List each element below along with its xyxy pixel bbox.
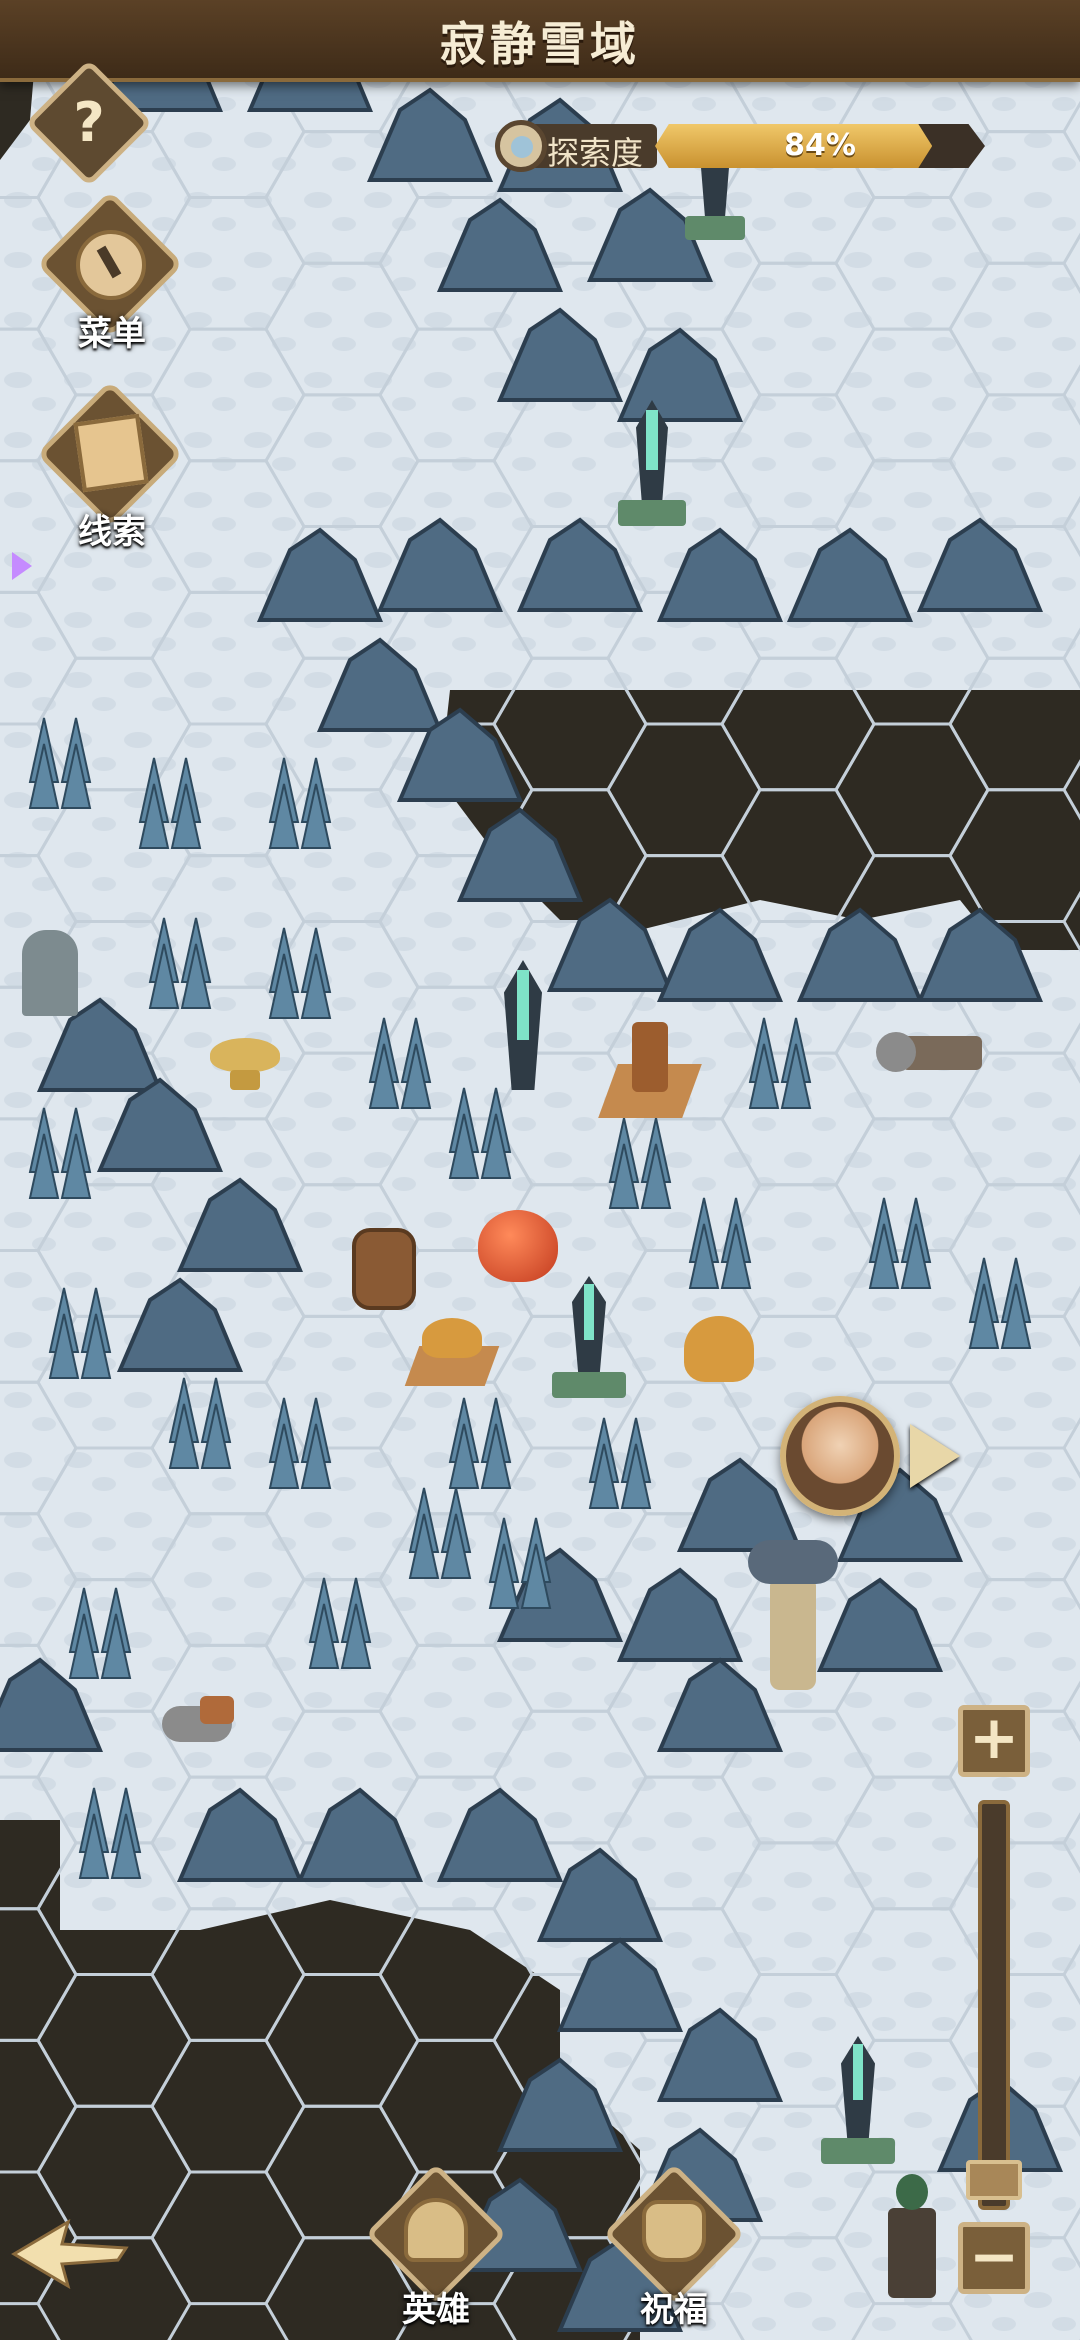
zoom-slider-track[interactable]	[978, 1800, 1010, 2210]
obelisk-crystal[interactable]	[612, 390, 692, 530]
obelisk-crystal[interactable]	[815, 2030, 901, 2170]
expand-arrow-icon[interactable]	[12, 552, 32, 580]
clue-label: 线索	[78, 512, 146, 552]
zoom-out-button[interactable]: −	[958, 2222, 1030, 2294]
watchtower[interactable]	[748, 1540, 838, 1690]
magnifier-glass	[511, 136, 533, 158]
helmet-icon	[404, 2198, 468, 2262]
cannon[interactable]	[872, 1026, 982, 1090]
magnifier-icon	[495, 120, 547, 172]
cannon[interactable]	[142, 1690, 238, 1762]
zoom-slider-thumb[interactable]	[966, 2160, 1022, 2200]
zoom-in-button[interactable]: +	[958, 1705, 1030, 1777]
book-icon[interactable]	[73, 413, 149, 493]
obelisk-crystal[interactable]	[478, 950, 568, 1110]
lantern-post[interactable]	[880, 2170, 944, 2300]
menu-label: 菜单	[78, 314, 146, 354]
barrel[interactable]	[352, 1228, 416, 1310]
bag-icon	[642, 2200, 706, 2262]
back-arrow-left-icon[interactable]	[10, 2214, 130, 2294]
page-title: 寂静雪域	[440, 17, 640, 71]
exploration-label: 探索度	[547, 134, 644, 172]
exploration-value: 84%	[784, 128, 856, 163]
mushroom-enemy[interactable]	[684, 1316, 754, 1382]
gravestone[interactable]	[22, 930, 78, 1016]
magic-lamp[interactable]	[196, 1018, 292, 1098]
fire-slime-enemy[interactable]	[478, 1210, 558, 1282]
tree-stump[interactable]	[598, 1020, 702, 1120]
hero-portrait[interactable]	[780, 1396, 900, 1516]
move-arrow-right-icon[interactable]	[910, 1424, 960, 1488]
blessing-tab-label: 祝福	[640, 2290, 708, 2330]
obelisk-crystal[interactable]	[546, 1270, 632, 1400]
hero-tab-label: 英雄	[402, 2290, 470, 2330]
exploration-progress: 探索度 84%	[495, 120, 995, 172]
mushroom-enemy[interactable]	[404, 1318, 500, 1388]
question-icon[interactable]: ?	[44, 78, 134, 168]
